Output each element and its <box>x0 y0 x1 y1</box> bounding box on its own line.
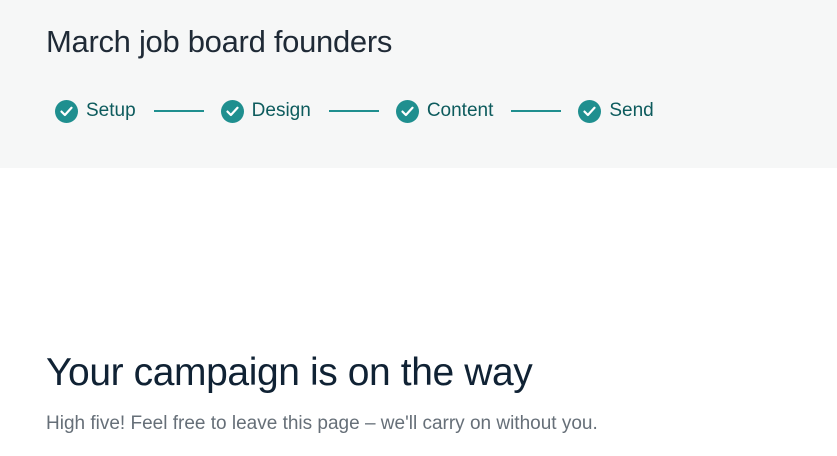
step-connector <box>153 110 204 112</box>
check-circle-icon <box>55 99 78 123</box>
step-label-setup: Setup <box>86 100 136 121</box>
confirmation-headline: Your campaign is on the way <box>46 351 533 394</box>
check-circle-icon <box>578 99 602 123</box>
step-label-design: Design <box>251 100 311 121</box>
check-circle-icon <box>220 99 244 123</box>
step-connector <box>328 110 379 112</box>
campaign-title: March job board founders <box>46 24 393 59</box>
step-setup[interactable]: Setup <box>55 99 136 123</box>
step-label-send: Send <box>609 100 654 121</box>
step-design[interactable]: Design <box>220 99 311 123</box>
step-label-content: Content <box>426 100 494 121</box>
confirmation-message: High five! Feel free to leave this page … <box>46 413 598 434</box>
step-connector <box>511 110 562 112</box>
progress-steps: Setup Design Content Send <box>55 99 654 123</box>
step-send[interactable]: Send <box>578 99 654 123</box>
campaign-header: March job board founders Setup Design Co… <box>0 0 837 168</box>
step-content[interactable]: Content <box>395 99 494 123</box>
check-circle-icon <box>395 99 419 123</box>
